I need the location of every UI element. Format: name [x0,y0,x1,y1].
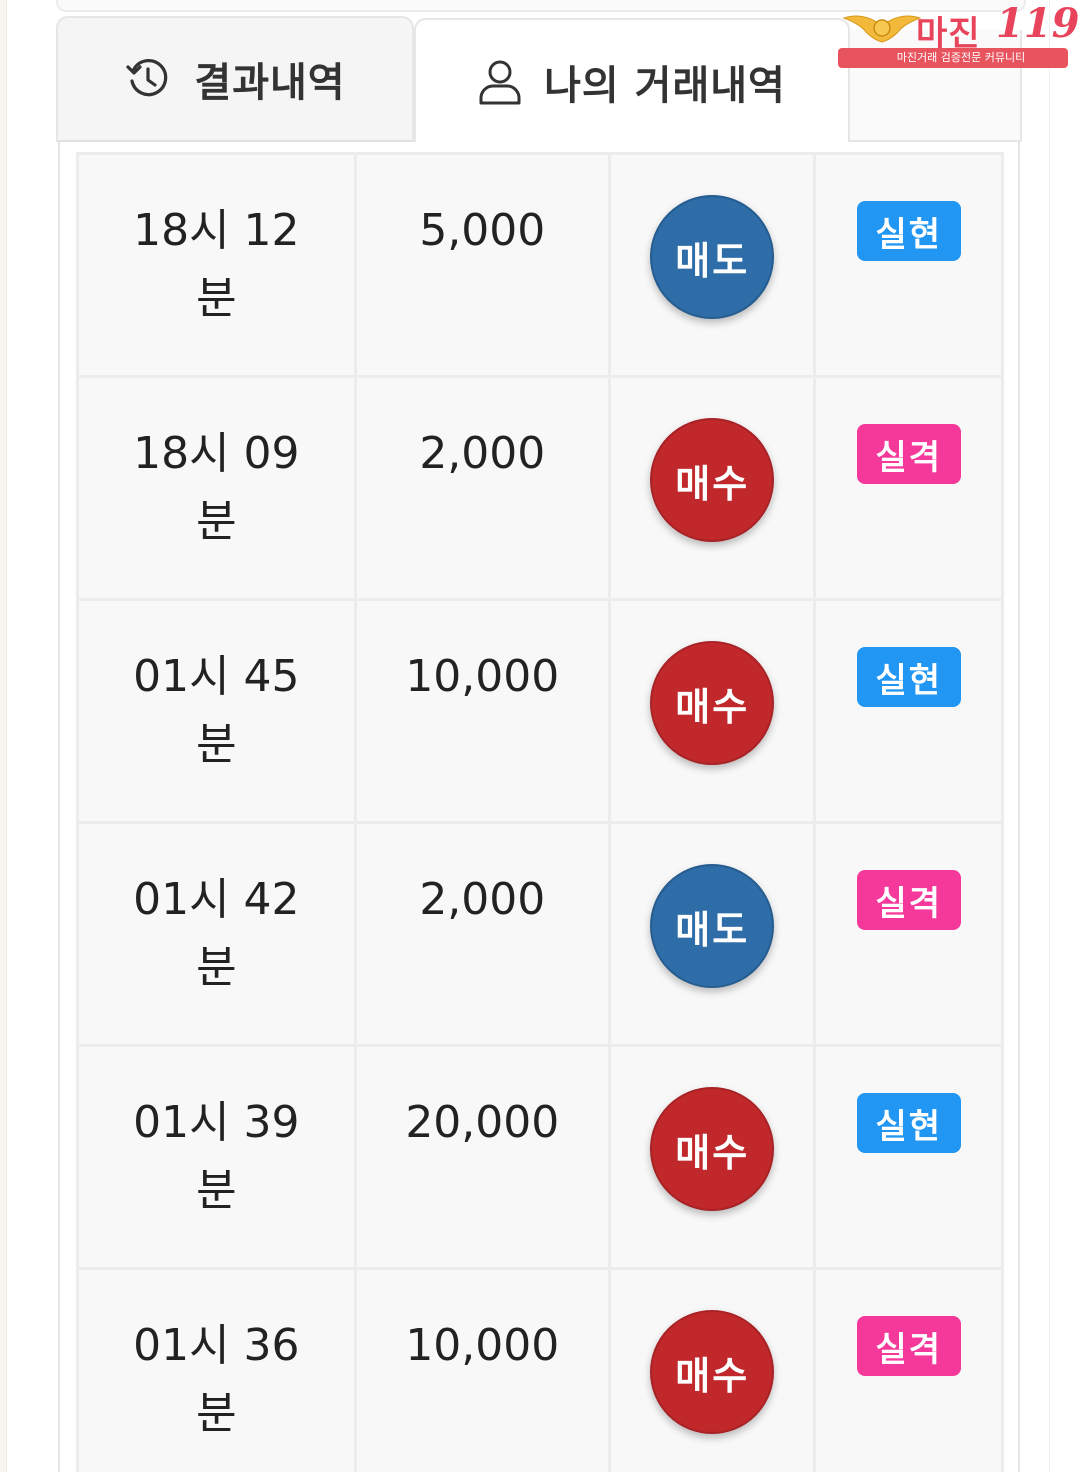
result-cell: 실격 [813,1267,1004,1472]
trade-time-unit: 분 [196,942,237,993]
watermark-logo: 마진 119 마진거래 검증전문 커뮤니티 [836,0,1080,68]
side-cell: 매수 [607,1044,817,1270]
amount-cell: 2,000 [353,821,611,1047]
table-row: 01시 36 분 10,000 매수 실격 [76,1267,1004,1472]
amount-cell: 10,000 [353,1267,611,1472]
buy-badge: 매수 [650,1310,775,1434]
result-cell: 실현 [813,1044,1004,1270]
trade-time-unit: 분 [196,273,237,324]
amount-cell: 10,000 [353,598,611,824]
trade-time: 18시 09 분 [79,378,354,556]
user-icon [478,58,522,106]
buy-badge: 매수 [650,641,775,765]
trade-amount: 10,000 [405,1320,560,1371]
trade-time-unit: 분 [196,1165,237,1216]
tab-results-label: 결과내역 [194,60,346,106]
trade-time-unit: 분 [196,1388,237,1439]
table-row: 18시 09 분 2,000 매수 실격 [76,375,1004,601]
result-badge: 실현 [856,1093,961,1153]
history-icon [124,55,172,103]
result-cell: 실현 [813,152,1004,378]
side-cell: 매도 [607,152,817,378]
time-cell: 18시 09 분 [76,375,357,601]
watermark-number: 119 [996,0,1080,47]
trade-time: 01시 39 분 [79,1047,354,1225]
side-cell: 매수 [607,598,817,824]
time-cell: 01시 45 분 [76,598,357,824]
result-badge: 실격 [856,870,961,930]
trade-time-unit: 분 [196,719,237,770]
trade-time: 01시 45 분 [79,601,354,779]
tab-my-trades[interactable]: 나의 거래내역 [414,18,850,144]
table-row: 01시 45 분 10,000 매수 실현 [76,598,1004,824]
time-cell: 01시 42 분 [76,821,357,1047]
result-badge: 실현 [856,647,961,707]
trade-time-hour-minute: 18시 09 [133,428,300,479]
page: 결과내역 나의 거래내역 마진 119 마진거래 검증전문 커뮤니티 18시 1… [0,0,1080,1472]
time-cell: 18시 12 분 [76,152,357,378]
table-row: 01시 39 분 20,000 매수 실현 [76,1044,1004,1270]
watermark-tagline: 마진거래 검증전문 커뮤니티 [838,48,1068,68]
trade-amount: 2,000 [419,874,546,925]
result-cell: 실격 [813,821,1004,1047]
sell-badge: 매도 [650,195,775,319]
result-cell: 실격 [813,375,1004,601]
trade-time-hour-minute: 01시 36 [133,1320,300,1371]
tab-my-trades-label: 나의 거래내역 [544,63,786,109]
time-cell: 01시 36 분 [76,1267,357,1472]
amount-cell: 5,000 [353,152,611,378]
result-badge: 실격 [856,1316,961,1376]
trade-time: 01시 36 분 [79,1270,354,1448]
trade-time-hour-minute: 01시 45 [133,651,300,702]
trade-amount: 10,000 [405,651,560,702]
page-edge-left [0,0,7,1472]
eagle-emblem-icon [842,15,922,43]
trade-time-hour-minute: 01시 39 [133,1097,300,1148]
trade-amount: 2,000 [419,428,546,479]
side-cell: 매수 [607,1267,817,1472]
trade-time: 01시 42 분 [79,824,354,1002]
result-badge: 실격 [856,424,961,484]
buy-badge: 매수 [650,1087,775,1211]
side-cell: 매도 [607,821,817,1047]
trade-history-table: 18시 12 분 5,000 매도 실현 18시 09 분 2,000 매수 실격 01시 45 분 1… [76,152,1004,1472]
table-row: 18시 12 분 5,000 매도 실현 [76,152,1004,378]
trade-amount: 5,000 [419,205,546,256]
buy-badge: 매수 [650,418,775,542]
result-badge: 실현 [856,201,961,261]
time-cell: 01시 39 분 [76,1044,357,1270]
amount-cell: 20,000 [353,1044,611,1270]
trade-amount: 20,000 [405,1097,560,1148]
amount-cell: 2,000 [353,375,611,601]
trade-time-hour-minute: 01시 42 [133,874,300,925]
trade-time: 18시 12 분 [79,155,354,333]
table-row: 01시 42 분 2,000 매도 실격 [76,821,1004,1047]
tab-results-history[interactable]: 결과내역 [56,16,414,142]
result-cell: 실현 [813,598,1004,824]
page-edge-right [1049,0,1080,1472]
trade-time-hour-minute: 18시 12 [133,205,300,256]
sell-badge: 매도 [650,864,775,988]
side-cell: 매수 [607,375,817,601]
trade-time-unit: 분 [196,496,237,547]
